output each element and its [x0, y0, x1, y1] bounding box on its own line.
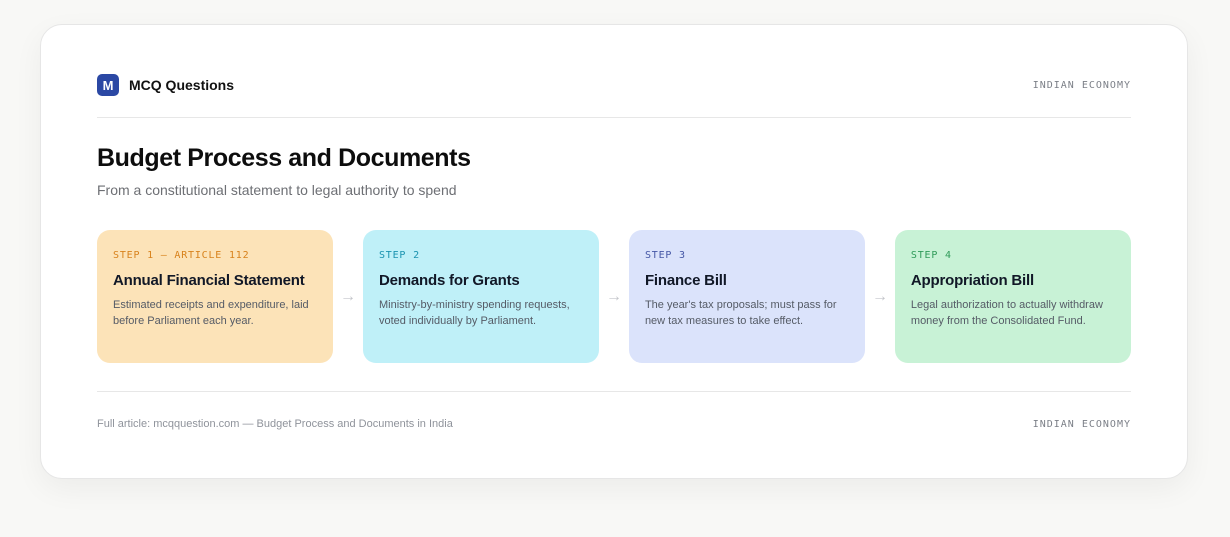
brand-name: MCQ Questions [129, 77, 235, 93]
step-title: Finance Bill [644, 272, 727, 289]
arrow-right-icon: → [606, 287, 622, 305]
header: M MCQ Questions INDIAN ECONOMY [97, 74, 1131, 96]
step-card-4: STEP 4 Appropriation Bill Legal authoriz… [894, 230, 1131, 363]
step-label: STEP 3 [644, 250, 686, 261]
category-tag: INDIAN ECONOMY [1032, 79, 1131, 91]
step-description: Estimated receipts and expenditure, laid… [113, 299, 309, 327]
step-description: Ministry-by-ministry spending requests, … [378, 299, 570, 327]
step-card-2: STEP 2 Demands for Grants Ministry-by-mi… [362, 230, 600, 363]
page-subtitle: From a constitutional statement to legal… [97, 182, 457, 198]
footer-divider [97, 391, 1131, 392]
brand-logo-icon: M [97, 74, 119, 96]
step-label: STEP 4 [910, 250, 952, 261]
footer-category-tag: INDIAN ECONOMY [1032, 418, 1131, 430]
header-divider [97, 117, 1131, 118]
step-card-3: STEP 3 Finance Bill The year's tax propo… [628, 230, 866, 363]
process-flow: STEP 1 — ARTICLE 112 Annual Financial St… [97, 230, 1131, 363]
arrow-right-icon: → [340, 287, 357, 305]
page-title: Budget Process and Documents [97, 144, 471, 172]
card: M MCQ Questions INDIAN ECONOMY Budget Pr… [40, 24, 1188, 479]
brand[interactable]: M MCQ Questions [97, 74, 234, 96]
step-label: STEP 1 — ARTICLE 112 [113, 250, 250, 261]
step-title: Demands for Grants [378, 272, 520, 289]
arrow-right-icon: → [871, 287, 888, 305]
source-link[interactable]: Full article: mcqquestion.com — Budget P… [97, 418, 453, 430]
step-title: Annual Financial Statement [113, 272, 305, 289]
step-description: The year's tax proposals; must pass for … [644, 299, 837, 327]
footer: Full article: mcqquestion.com — Budget P… [97, 418, 1131, 430]
step-title: Appropriation Bill [910, 272, 1034, 289]
card-content: M MCQ Questions INDIAN ECONOMY Budget Pr… [97, 25, 1131, 478]
step-label: STEP 2 [378, 250, 420, 261]
step-card-1: STEP 1 — ARTICLE 112 Annual Financial St… [97, 230, 334, 363]
step-description: Legal authorization to actually withdraw… [910, 299, 1103, 327]
